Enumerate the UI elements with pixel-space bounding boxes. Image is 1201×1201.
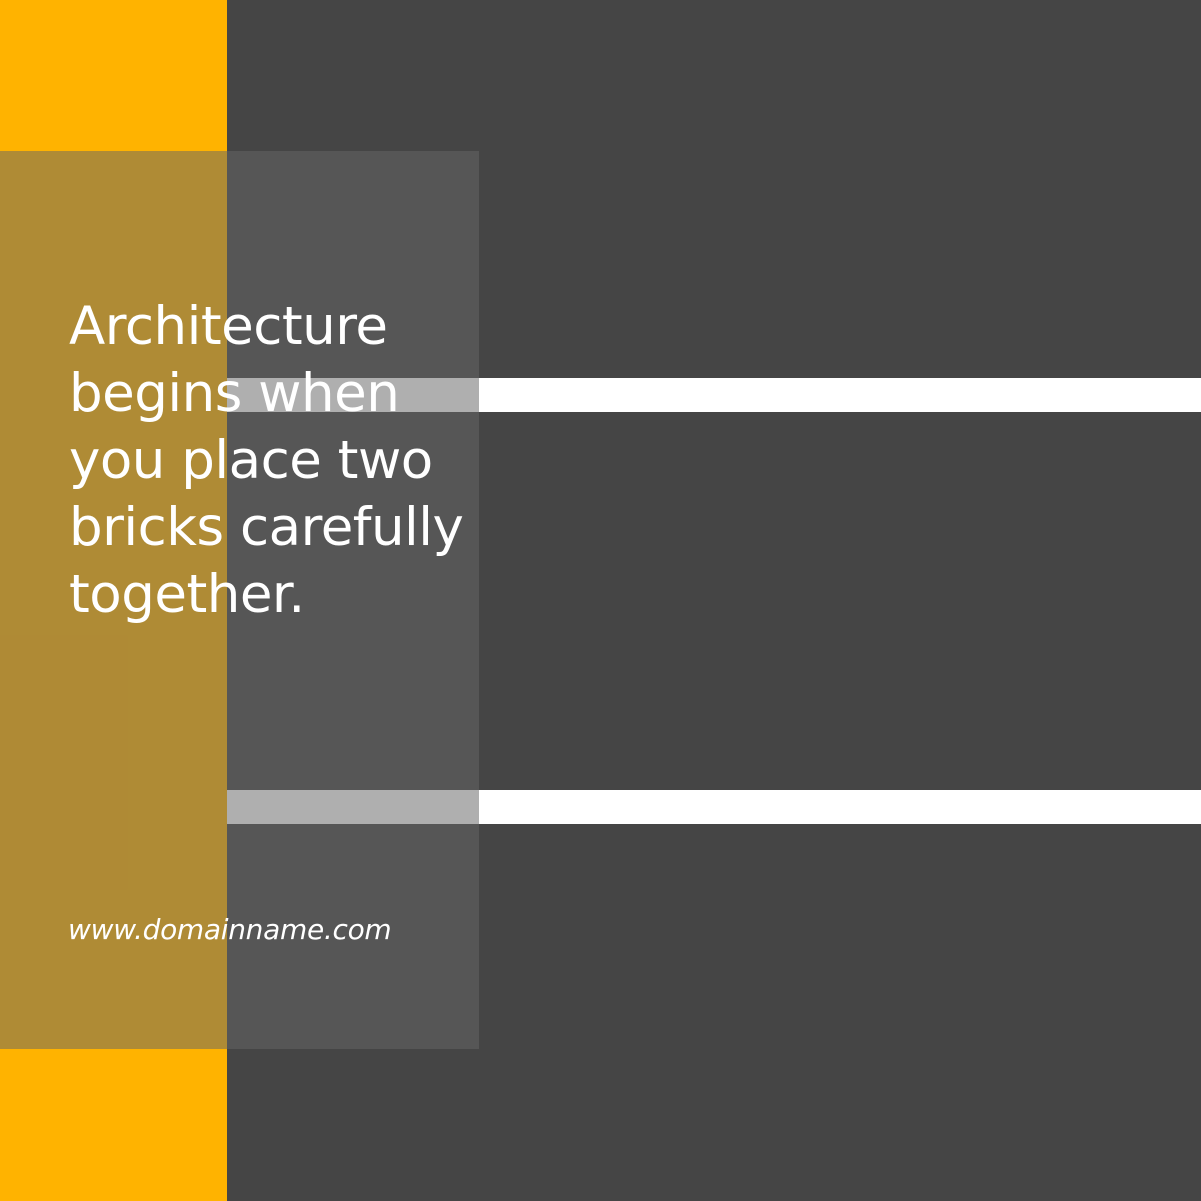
quote-text: Architecture begins when you place two b… bbox=[69, 296, 464, 625]
website-url: www.domainname.com bbox=[68, 913, 392, 946]
poster-canvas: Architecture begins when you place two b… bbox=[0, 0, 1201, 1201]
